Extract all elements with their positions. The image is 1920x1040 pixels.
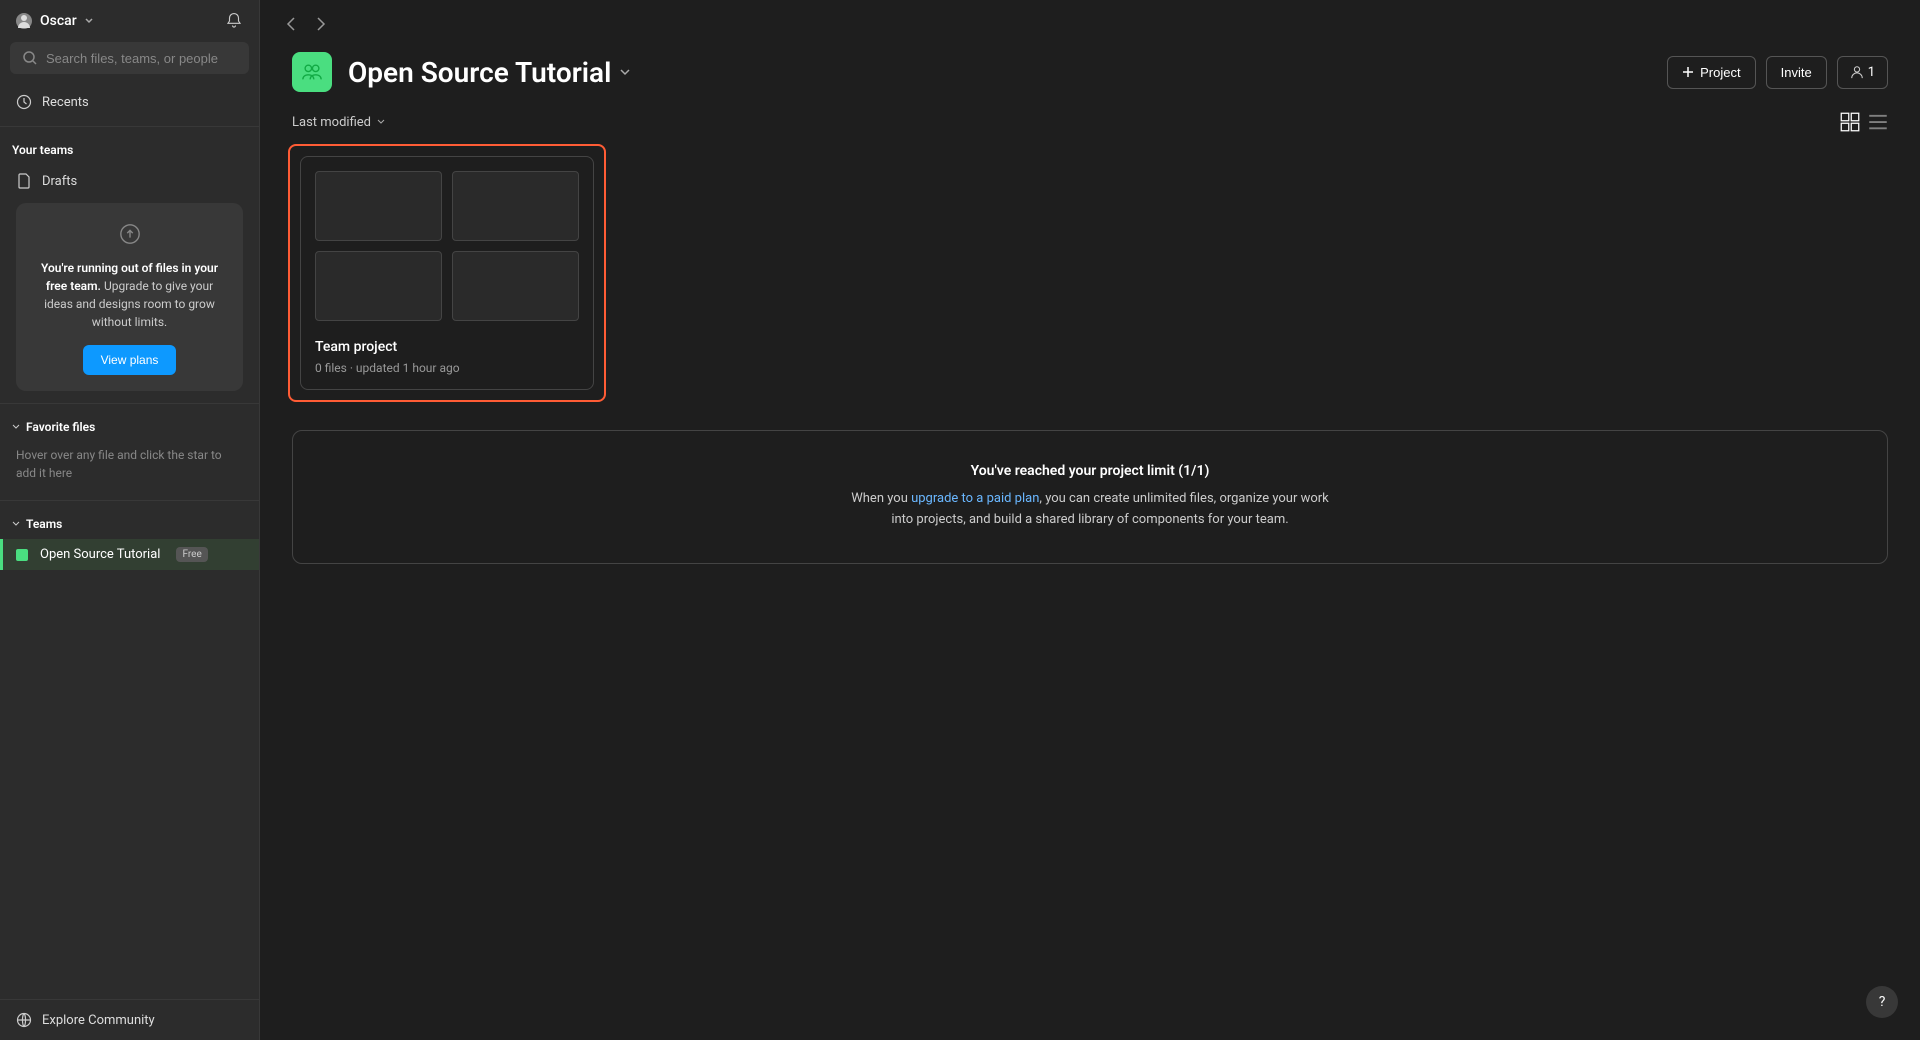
avatar: [16, 13, 32, 29]
limit-body: When you upgrade to a paid plan, you can…: [850, 489, 1330, 531]
favorites-label: Favorite files: [26, 420, 95, 434]
caret-down-icon: [12, 423, 20, 431]
chevron-down-icon: [377, 118, 385, 126]
search-icon: [22, 50, 38, 66]
sidebar-bottom: Explore Community: [0, 999, 259, 1040]
sidebar: Oscar Recents Your teams Drafts: [0, 0, 260, 1040]
sort-label: Last modified: [292, 115, 371, 130]
preview-tile: [452, 251, 579, 321]
team-name: Open Source Tutorial: [40, 547, 160, 562]
explore-community[interactable]: Explore Community: [0, 1004, 259, 1036]
project-button-label: Project: [1700, 65, 1740, 80]
nav-drafts-label: Drafts: [42, 174, 77, 189]
divider: [0, 403, 259, 404]
upgrade-link[interactable]: upgrade to a paid plan: [911, 491, 1039, 506]
member-count[interactable]: 1: [1837, 56, 1888, 89]
teams-header[interactable]: Teams: [0, 509, 259, 539]
nav-recents-label: Recents: [42, 95, 89, 110]
people-icon: [301, 61, 323, 83]
your-teams-header[interactable]: Your teams: [0, 135, 259, 165]
history-nav: [284, 16, 328, 32]
content-area: Team project 0 files · updated 1 hour ag…: [260, 144, 1920, 564]
nav-drafts[interactable]: Drafts: [0, 165, 259, 197]
project-card[interactable]: Team project 0 files · updated 1 hour ag…: [288, 144, 606, 402]
upload-icon: [119, 223, 141, 245]
favorites-header[interactable]: Favorite files: [0, 412, 259, 442]
divider: [0, 500, 259, 501]
help-label: ?: [1879, 994, 1886, 1010]
preview-tile: [315, 171, 442, 241]
team-avatar: [292, 52, 332, 92]
divider: [0, 126, 259, 127]
toolbar-row: Last modified: [260, 112, 1920, 144]
search-input[interactable]: [46, 51, 237, 66]
preview-tile: [452, 171, 579, 241]
forward-icon[interactable]: [312, 16, 328, 32]
project-preview: [301, 157, 593, 335]
person-icon: [16, 13, 32, 29]
clock-icon: [16, 94, 32, 110]
grid-view-icon[interactable]: [1840, 112, 1860, 132]
project-name: Team project: [315, 339, 579, 355]
favorites-helper-text: Hover over any file and click the star t…: [0, 442, 259, 492]
account-switcher[interactable]: Oscar: [16, 13, 93, 29]
limit-title: You've reached your project limit (1/1): [333, 463, 1847, 479]
back-icon[interactable]: [284, 16, 300, 32]
nav-recents[interactable]: Recents: [0, 86, 259, 118]
search-box[interactable]: [10, 42, 249, 74]
explore-label: Explore Community: [42, 1013, 155, 1028]
free-badge: Free: [176, 547, 207, 562]
view-plans-button[interactable]: View plans: [83, 345, 177, 375]
plus-icon: [1682, 66, 1694, 78]
member-count-value: 1: [1868, 65, 1875, 80]
project-subtitle: 0 files · updated 1 hour ago: [315, 361, 579, 375]
globe-icon: [16, 1012, 32, 1028]
list-view-icon[interactable]: [1868, 112, 1888, 132]
caret-down-icon: [12, 520, 20, 528]
account-name: Oscar: [40, 13, 77, 29]
upgrade-card: You're running out of files in your free…: [16, 203, 243, 391]
limit-prefix: When you: [851, 491, 911, 506]
person-icon: [1850, 65, 1864, 79]
help-button[interactable]: ?: [1866, 986, 1898, 1018]
view-toggle: [1840, 112, 1888, 132]
notifications-icon[interactable]: [225, 12, 243, 30]
sort-dropdown[interactable]: Last modified: [292, 115, 385, 130]
team-title[interactable]: Open Source Tutorial: [348, 56, 631, 89]
sidebar-header: Oscar: [0, 0, 259, 42]
chevron-down-icon: [619, 66, 631, 78]
header-actions: Project Invite 1: [1667, 56, 1888, 89]
invite-button-label: Invite: [1781, 65, 1812, 80]
upgrade-text: You're running out of files in your free…: [30, 259, 229, 331]
sidebar-team-item[interactable]: Open Source Tutorial Free: [0, 539, 259, 570]
chevron-down-icon: [85, 17, 93, 25]
preview-tile: [315, 251, 442, 321]
main-header: [260, 0, 1920, 40]
invite-button[interactable]: Invite: [1766, 56, 1827, 89]
main-content: Open Source Tutorial Project Invite 1 La…: [260, 0, 1920, 1040]
team-title-text: Open Source Tutorial: [348, 56, 611, 89]
new-project-button[interactable]: Project: [1667, 56, 1755, 89]
file-icon: [16, 173, 32, 189]
limit-notice: You've reached your project limit (1/1) …: [292, 430, 1888, 564]
team-title-row: Open Source Tutorial Project Invite 1: [260, 40, 1920, 112]
teams-label: Teams: [26, 517, 62, 531]
your-teams-label: Your teams: [12, 143, 73, 157]
team-color-swatch: [16, 549, 28, 561]
project-meta: Team project 0 files · updated 1 hour ag…: [301, 335, 593, 389]
